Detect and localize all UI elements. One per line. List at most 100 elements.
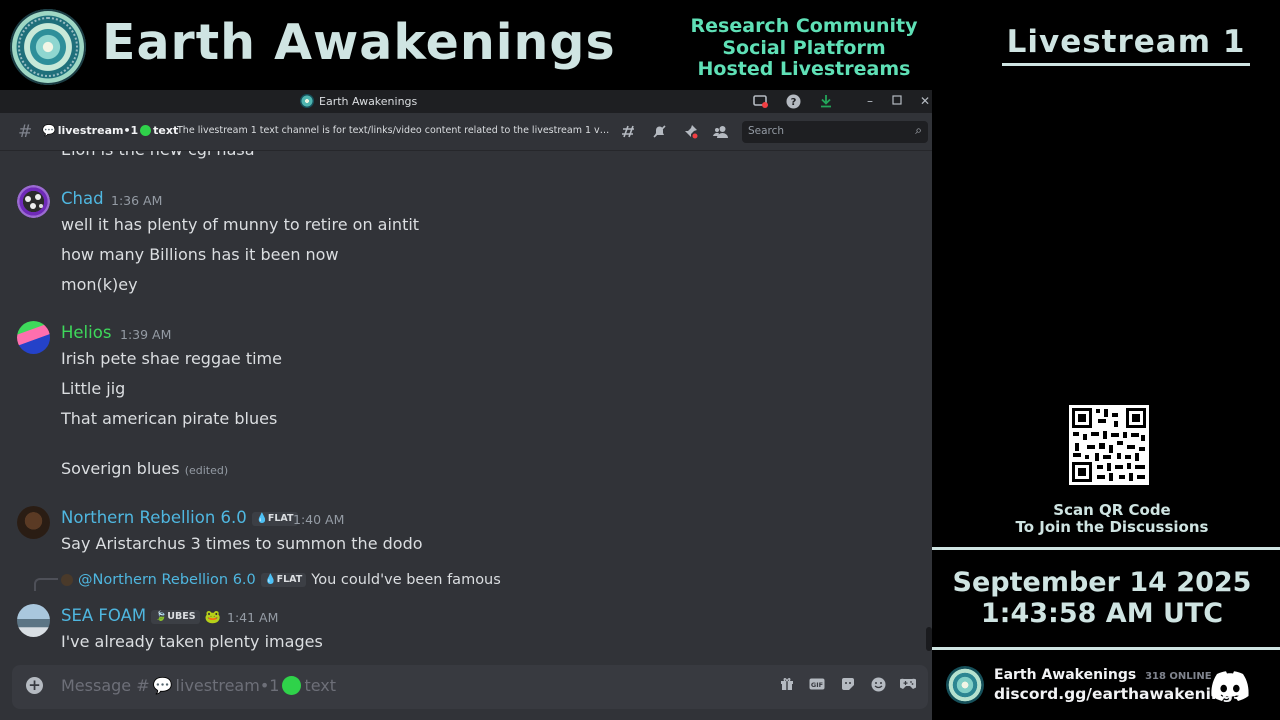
tagline: Hosted Livestreams: [697, 58, 911, 80]
date: September 14 2025: [952, 567, 1252, 598]
qr-caption: Scan QR Code To Join the Discussions: [932, 502, 1280, 536]
title-bar: Earth Awakenings ? – ✕: [0, 90, 932, 113]
minimize-icon[interactable]: –: [862, 94, 878, 109]
message-text: That american pirate blues: [61, 409, 278, 428]
date-time: September 14 2025 1:43:58 AM UTC: [932, 567, 1272, 629]
message-text: Irish pete shae reggae time: [61, 349, 282, 368]
reply-connector: [34, 578, 58, 591]
online-count: 318 ONLINE: [1145, 671, 1212, 682]
username-text[interactable]: Northern Rebellion 6.0: [61, 508, 247, 527]
taglines: Research Community Social Platform Hoste…: [676, 15, 932, 81]
emoji-icon[interactable]: [869, 677, 887, 695]
message-text: Elon is the new cgi nasa: [61, 151, 255, 159]
timestamp: 1:36 AM: [111, 193, 163, 208]
hash-icon: #: [18, 122, 33, 142]
sticker-icon[interactable]: [839, 677, 857, 695]
reply-preview[interactable]: @Northern Rebellion 6.0 💧FLAT You could'…: [61, 572, 501, 588]
mute-bell-icon[interactable]: [651, 124, 667, 140]
tag-text: UBES: [167, 610, 196, 622]
server-name-text: Earth Awakenings: [994, 667, 1137, 683]
speech-bubble-icon: 💬: [42, 124, 56, 137]
pin-icon[interactable]: [682, 124, 698, 140]
search-icon: ⌕: [915, 123, 922, 137]
avatar[interactable]: [17, 506, 50, 539]
placeholder-suffix: text: [304, 676, 337, 695]
gift-icon[interactable]: [778, 677, 796, 695]
green-circle-icon: [140, 125, 152, 136]
tag-text: FLAT: [276, 574, 303, 585]
qr-code: [1069, 405, 1149, 485]
frog-icon: 🐸: [204, 610, 221, 625]
message-text: Little jig: [61, 379, 126, 398]
tag-icon: 💧: [264, 574, 277, 585]
close-icon[interactable]: ✕: [917, 94, 933, 109]
divider: [932, 647, 1280, 650]
username: SEA FOAM 🍃UBES 🐸: [61, 606, 221, 625]
download-icon[interactable]: [818, 94, 834, 109]
message-text: how many Billions has it been now: [61, 245, 339, 264]
mandala-logo: [10, 9, 86, 85]
message-text: I've already taken plenty images: [61, 632, 323, 651]
title-underline: [1002, 63, 1250, 66]
inbox-icon[interactable]: [752, 94, 768, 109]
username: Northern Rebellion 6.0 💧FLAT: [61, 508, 298, 527]
green-circle-icon: [282, 676, 302, 695]
gamepad-icon[interactable]: [897, 677, 919, 695]
divider: [932, 547, 1280, 550]
help-icon[interactable]: ?: [785, 94, 801, 109]
qr-caption-line: To Join the Discussions: [1015, 518, 1209, 536]
username[interactable]: Chad: [61, 189, 104, 208]
reply-username[interactable]: @Northern Rebellion 6.0: [78, 572, 256, 588]
member-list-icon[interactable]: [712, 124, 728, 140]
maximize-icon[interactable]: [889, 94, 905, 109]
gif-icon[interactable]: GIF: [808, 677, 826, 695]
avatar[interactable]: [17, 604, 50, 637]
message-text-content: Soverign blues: [61, 459, 180, 478]
username[interactable]: Helios: [61, 323, 111, 342]
reply-avatar: [61, 574, 73, 586]
tag-icon: 💧: [256, 512, 268, 524]
timestamp: 1:40 AM: [293, 512, 345, 527]
search-placeholder: Search: [748, 125, 785, 137]
channel-topic[interactable]: The livestream 1 text channel is for tex…: [177, 125, 611, 136]
channel-name: 💬 livestream•1 text: [42, 124, 178, 137]
username-text[interactable]: SEA FOAM: [61, 606, 146, 625]
message-text: mon(k)ey: [61, 275, 138, 294]
tag-text: FLAT: [267, 512, 294, 524]
search-box[interactable]: Search ⌕: [742, 121, 928, 143]
message-text: Say Aristarchus 3 times to summon the do…: [61, 534, 423, 553]
server-tag: 🍃UBES: [151, 609, 200, 624]
svg-text:GIF: GIF: [811, 681, 823, 689]
placeholder-prefix: Message #: [61, 676, 150, 695]
leaf-icon: 🍃: [155, 610, 168, 622]
message-list: Elon is the new cgi nasa Chad 1:36 AM we…: [0, 151, 932, 664]
channel-header: # 💬 livestream•1 text The livestream 1 t…: [0, 113, 932, 151]
message-text: Soverign blues (edited): [61, 459, 228, 478]
edited-marker: (edited): [184, 464, 229, 477]
brand-title: Earth Awakenings: [102, 14, 616, 71]
server-name: Earth Awakenings 318 ONLINE: [994, 667, 1212, 683]
server-tag: 💧FLAT: [260, 573, 307, 587]
avatar[interactable]: [17, 185, 50, 218]
server-tag: 💧FLAT: [252, 511, 298, 526]
reply-text: You could've been famous: [311, 572, 501, 588]
upload-plus-button[interactable]: +: [26, 677, 43, 694]
placeholder-channel: livestream•1: [175, 676, 280, 695]
timestamp: 1:39 AM: [120, 327, 172, 342]
right-info-panel: Livestream 1 Scan QR Code To Join the Di…: [932, 0, 1280, 720]
avatar[interactable]: [17, 321, 50, 354]
tagline: Research Community: [690, 15, 918, 37]
message-composer[interactable]: + Message # 💬 livestream•1 text GIF: [12, 665, 928, 709]
stream-overlay: Earth Awakenings Research Community Soci…: [0, 0, 1280, 720]
message-text: well it has plenty of munny to retire on…: [61, 215, 420, 234]
threads-icon[interactable]: [620, 124, 636, 140]
qr-caption-line: Scan QR Code: [1053, 501, 1171, 519]
livestream-title: Livestream 1: [1006, 24, 1246, 60]
window-title: Earth Awakenings: [300, 94, 417, 108]
channel-name-prefix: livestream•1: [57, 124, 139, 137]
svg-text:?: ?: [790, 97, 796, 108]
time: 1:43:58 AM UTC: [980, 598, 1224, 629]
server-icon: [300, 94, 314, 108]
timestamp: 1:41 AM: [227, 610, 279, 625]
invite-link: discord.gg/earthawakenings: [994, 685, 1243, 703]
